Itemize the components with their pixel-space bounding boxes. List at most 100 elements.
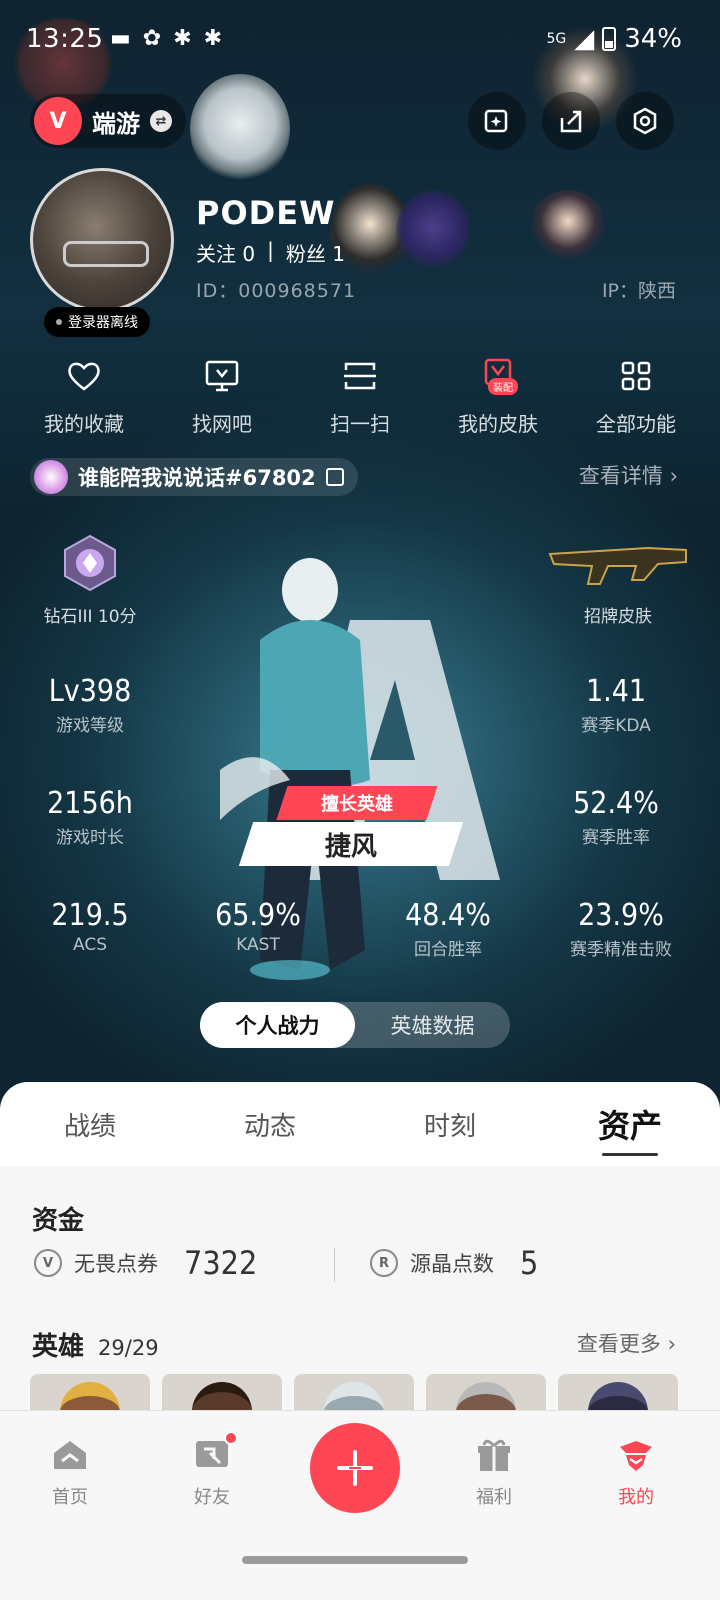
winrate-value: 52.4% [573, 786, 659, 821]
action-label: 全部功能 [596, 412, 676, 436]
settings-button[interactable] [616, 92, 674, 150]
round-winrate-stat: 48.4% 回合胜率 [378, 898, 518, 960]
battery-text: 34% [624, 24, 682, 54]
nav-home[interactable]: 首页 [20, 1435, 120, 1509]
agents-total: 29 [131, 1336, 159, 1360]
following-count: 0 [242, 242, 256, 266]
network-icon: 5G [546, 31, 567, 47]
best-agent-name-box: 捷风 [238, 822, 464, 866]
kast-value: 65.9% [215, 898, 301, 933]
game-name: 端游 [92, 109, 140, 138]
quick-actions: 我的收藏 找网吧 扫一扫 装配 我的皮肤 全部功能 [20, 356, 700, 437]
kast-label: KAST [236, 935, 280, 955]
hours-value: 2156h [47, 786, 133, 821]
hours-stat: 2156h 游戏时长 [20, 786, 160, 848]
funds-divider [334, 1248, 335, 1282]
segment-personal-power[interactable]: 个人战力 [200, 1002, 355, 1048]
rp-value: 5 [520, 1244, 539, 1282]
followers-link[interactable]: 粉丝 1 [286, 238, 345, 267]
plus-icon [337, 1450, 373, 1486]
view-details-link[interactable]: 查看详情 › [579, 460, 678, 490]
content-tabs: 战绩 动态 时刻 资产 [0, 1082, 720, 1166]
vp-label: 无畏点券 [74, 1252, 158, 1276]
kda-value: 1.41 [585, 674, 647, 709]
followers-count: 1 [332, 242, 345, 266]
home-indicator[interactable] [242, 1556, 468, 1564]
round-winrate-value: 48.4% [405, 898, 491, 933]
vp-value: 7322 [184, 1244, 258, 1282]
nav-label: 福利 [476, 1487, 512, 1508]
signal-icon: ◢ [574, 24, 595, 54]
gear-icon [633, 107, 657, 135]
action-scan[interactable]: 扫一扫 [296, 356, 424, 437]
sticker-character [190, 74, 290, 184]
title-badge-icon [34, 460, 68, 494]
level-value: Lv398 [48, 674, 132, 709]
signature-skin-stat[interactable]: 招牌皮肤 [548, 534, 688, 627]
precision-stat: 23.9% 赛季精准击败 [546, 898, 696, 960]
tab-feed[interactable]: 动态 [180, 1082, 360, 1166]
riot-id-pill[interactable]: 谁能陪我说说话#67802 [30, 458, 358, 496]
create-post-button[interactable] [310, 1423, 400, 1513]
tab-moments[interactable]: 时刻 [360, 1082, 540, 1166]
segment-agent-data[interactable]: 英雄数据 [355, 1002, 510, 1048]
kda-label: 赛季KDA [581, 716, 651, 736]
best-agent-name: 捷风 [324, 831, 377, 862]
riot-id-text: 谁能陪我说说话#67802 [78, 466, 316, 490]
agents-heading: 英雄 29/29 [32, 1326, 159, 1363]
stats-segmented-control: 个人战力 英雄数据 [200, 1002, 510, 1048]
user-id: ID：000968571 [196, 280, 357, 302]
action-favorites[interactable]: 我的收藏 [20, 356, 148, 437]
agents-owned: 29 [98, 1336, 125, 1360]
grid-icon [621, 361, 651, 391]
edit-card-button[interactable] [468, 92, 526, 150]
status-bar: 13:25 ▬ ✿ ✱ ✱ 5G ◢ 34% [0, 18, 720, 62]
tab-matches[interactable]: 战绩 [0, 1082, 180, 1166]
action-all-features[interactable]: 全部功能 [572, 356, 700, 437]
action-label: 找网吧 [192, 412, 252, 436]
hours-label: 游戏时长 [56, 828, 124, 848]
acs-stat: 219.5 ACS [20, 898, 160, 955]
action-my-skins[interactable]: 装配 我的皮肤 [434, 356, 562, 437]
agents-count: 29/29 [98, 1336, 159, 1360]
round-winrate-label: 回合胜率 [414, 940, 482, 960]
best-agent-label: 擅长英雄 [321, 794, 393, 815]
action-label: 扫一扫 [330, 412, 390, 436]
winrate-label: 赛季胜率 [582, 828, 650, 848]
tab-assets[interactable]: 资产 [540, 1082, 720, 1166]
bottom-navigation: 首页 好友 福利 我的 [0, 1410, 720, 1600]
action-label: 我的收藏 [44, 412, 124, 436]
nav-me[interactable]: 我的 [586, 1435, 686, 1509]
profile-icon [620, 1441, 652, 1471]
nav-benefits[interactable]: 福利 [444, 1435, 544, 1509]
acs-label: ACS [73, 935, 107, 955]
follow-separator: | [267, 238, 274, 262]
followers-label: 粉丝 [285, 242, 326, 266]
message-icon: ▬ [110, 26, 131, 51]
following-link[interactable]: 关注 0 [196, 238, 255, 267]
agents-title: 英雄 [32, 1332, 85, 1362]
status-time: 13:25 [26, 24, 104, 54]
rank-stat[interactable]: 钻石III 10分 [20, 534, 160, 627]
see-more-agents-link[interactable]: 查看更多 › [577, 1328, 676, 1358]
precision-label: 赛季精准击败 [570, 940, 672, 960]
best-agent-tag[interactable]: 擅长英雄 捷风 [238, 786, 466, 866]
diamond-rank-icon [64, 534, 116, 592]
nav-label: 好友 [194, 1487, 230, 1508]
rp-balance[interactable]: R 源晶点数 5 [370, 1244, 538, 1282]
kast-stat: 65.9% KAST [188, 898, 328, 955]
action-find-cafe[interactable]: 找网吧 [158, 356, 286, 437]
scan-icon [344, 362, 376, 390]
share-button[interactable] [542, 92, 600, 150]
wechat-icon: ✿ [142, 26, 162, 51]
monitor-icon [205, 360, 239, 392]
level-label: 游戏等级 [56, 716, 124, 736]
nav-friends[interactable]: 好友 [162, 1431, 262, 1509]
nav-label: 首页 [52, 1487, 88, 1508]
game-switch-button[interactable]: V 端游 ⇄ [30, 94, 186, 148]
copy-icon[interactable] [325, 468, 344, 486]
swap-icon: ⇄ [150, 110, 172, 132]
vp-balance[interactable]: V 无畏点券 7322 [34, 1244, 257, 1282]
avatar[interactable] [30, 168, 174, 312]
rp-label: 源晶点数 [410, 1252, 494, 1276]
